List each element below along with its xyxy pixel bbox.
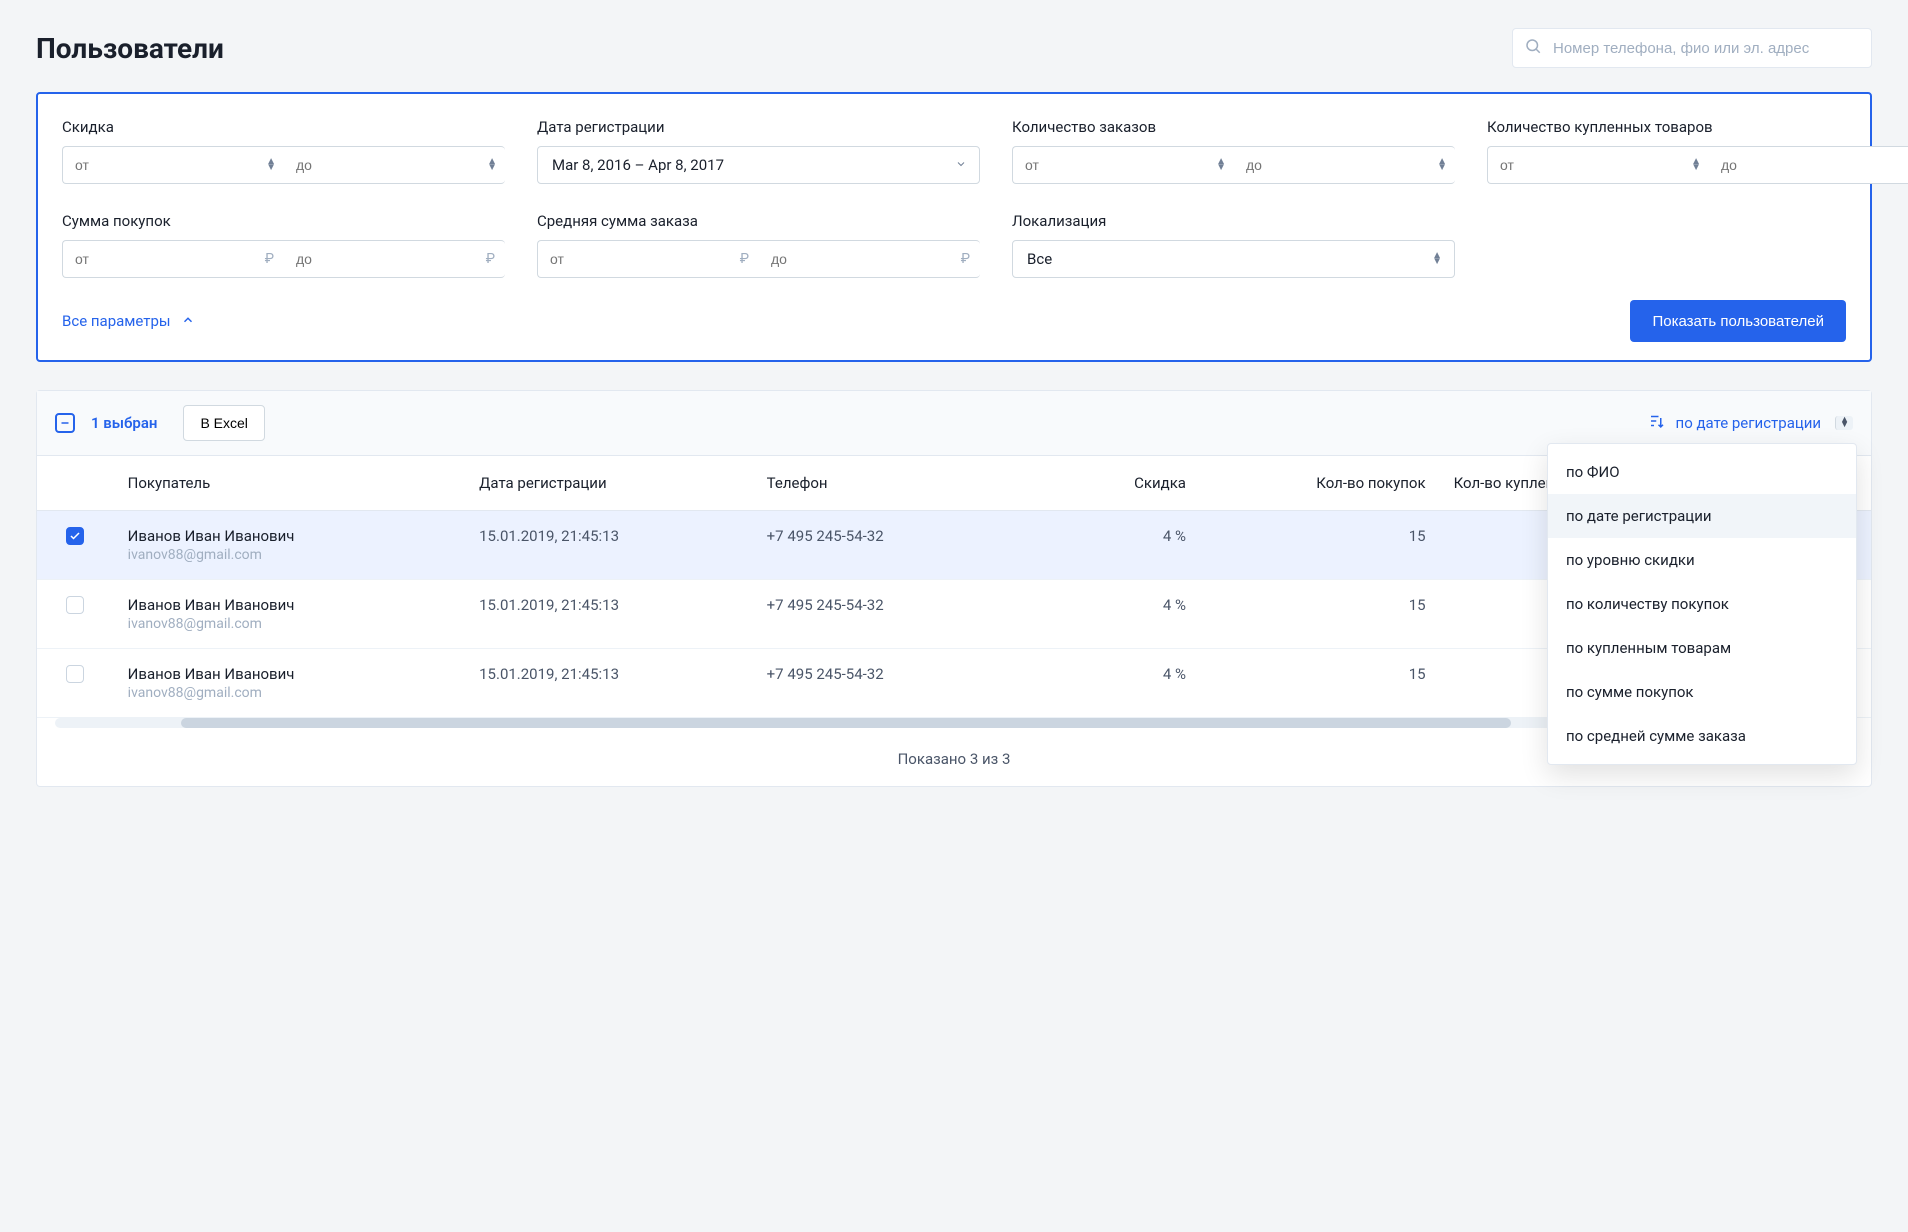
filter-orders: Количество заказов ▲▼ ▲▼ bbox=[1012, 118, 1455, 184]
sort-menu-item[interactable]: по количеству покупок bbox=[1548, 582, 1856, 626]
orders-to-input[interactable] bbox=[1234, 146, 1455, 184]
cell-purchases: 15 bbox=[1200, 649, 1440, 718]
chevron-down-icon bbox=[955, 156, 967, 174]
reg-date-value: Mar 8, 2016 – Apr 8, 2017 bbox=[552, 156, 724, 174]
reg-date-select[interactable]: Mar 8, 2016 – Apr 8, 2017 bbox=[537, 146, 980, 184]
filter-label: Сумма покупок bbox=[62, 212, 505, 230]
ruble-icon: ₽ bbox=[961, 251, 970, 267]
ruble-icon: ₽ bbox=[486, 251, 495, 267]
cell-date: 15.01.2019, 21:45:13 bbox=[465, 511, 753, 580]
col-reg-date: Дата регистрации bbox=[465, 456, 753, 511]
sort-menu-item[interactable]: по уровню скидки bbox=[1548, 538, 1856, 582]
discount-from-input[interactable] bbox=[62, 146, 284, 184]
orders-from-input[interactable] bbox=[1012, 146, 1234, 184]
cell-phone: +7 495 245-54-32 bbox=[753, 649, 1057, 718]
sort-label: по дате регистрации bbox=[1676, 414, 1822, 432]
select-all-checkbox[interactable] bbox=[55, 413, 75, 433]
row-checkbox[interactable] bbox=[66, 527, 84, 545]
sort-menu-item[interactable]: по сумме покупок bbox=[1548, 670, 1856, 714]
col-discount: Скидка bbox=[1056, 456, 1200, 511]
sort-icon bbox=[1648, 412, 1666, 434]
filter-label: Дата регистрации bbox=[537, 118, 980, 136]
col-phone: Телефон bbox=[753, 456, 1057, 511]
ruble-icon: ₽ bbox=[740, 251, 749, 267]
selected-count: 1 выбран bbox=[91, 414, 157, 432]
sort-menu-item[interactable]: по дате регистрации bbox=[1548, 494, 1856, 538]
search-wrap bbox=[1512, 28, 1872, 68]
row-checkbox[interactable] bbox=[66, 665, 84, 683]
sort-menu: по ФИОпо дате регистрациипо уровню скидк… bbox=[1547, 443, 1857, 765]
filter-label: Количество купленных товаров bbox=[1487, 118, 1908, 136]
cell-discount: 4 % bbox=[1056, 649, 1200, 718]
filter-reg-date: Дата регистрации Mar 8, 2016 – Apr 8, 20… bbox=[537, 118, 980, 184]
filter-avg: Средняя сумма заказа ₽ ₽ bbox=[537, 212, 980, 278]
avg-to-input[interactable] bbox=[759, 240, 980, 278]
cell-discount: 4 % bbox=[1056, 511, 1200, 580]
buyer-email: ivanov88@gmail.com bbox=[128, 547, 451, 563]
col-purchases: Кол-во покупок bbox=[1200, 456, 1440, 511]
search-icon bbox=[1524, 37, 1542, 59]
cell-phone: +7 495 245-54-32 bbox=[753, 580, 1057, 649]
sort-menu-item[interactable]: по средней сумме заказа bbox=[1548, 714, 1856, 758]
filter-locale: Локализация Все ▲▼ bbox=[1012, 212, 1455, 278]
locale-select[interactable]: Все ▲▼ bbox=[1012, 240, 1455, 278]
search-input[interactable] bbox=[1512, 28, 1872, 68]
stepper-icon: ▲▼ bbox=[1432, 253, 1442, 265]
all-params-label: Все параметры bbox=[62, 312, 171, 330]
sort-dropdown[interactable]: по дате регистрации ▲▼ bbox=[1648, 412, 1853, 434]
discount-to-input[interactable] bbox=[284, 146, 505, 184]
cell-date: 15.01.2019, 21:45:13 bbox=[465, 649, 753, 718]
cell-purchases: 15 bbox=[1200, 580, 1440, 649]
row-checkbox[interactable] bbox=[66, 596, 84, 614]
show-users-button[interactable]: Показать пользователей bbox=[1630, 300, 1846, 342]
sort-direction-toggle[interactable]: ▲▼ bbox=[1835, 416, 1853, 430]
sum-to-input[interactable] bbox=[284, 240, 505, 278]
filter-label: Локализация bbox=[1012, 212, 1455, 230]
buyer-name: Иванов Иван Иванович bbox=[128, 665, 451, 683]
table-panel: 1 выбран В Excel по дате регистрации ▲▼ … bbox=[36, 390, 1872, 787]
all-params-toggle[interactable]: Все параметры bbox=[62, 312, 195, 330]
cell-date: 15.01.2019, 21:45:13 bbox=[465, 580, 753, 649]
filter-discount: Скидка ▲▼ ▲▼ bbox=[62, 118, 505, 184]
items-to-input[interactable] bbox=[1709, 146, 1908, 184]
filter-label: Количество заказов bbox=[1012, 118, 1455, 136]
cell-phone: +7 495 245-54-32 bbox=[753, 511, 1057, 580]
scrollbar-thumb[interactable] bbox=[181, 718, 1512, 728]
buyer-name: Иванов Иван Иванович bbox=[128, 596, 451, 614]
chevron-up-icon bbox=[181, 313, 195, 330]
cell-discount: 4 % bbox=[1056, 580, 1200, 649]
buyer-email: ivanov88@gmail.com bbox=[128, 616, 451, 632]
filter-items: Количество купленных товаров ▲▼ ▲▼ bbox=[1487, 118, 1908, 184]
sort-menu-item[interactable]: по купленным товарам bbox=[1548, 626, 1856, 670]
ruble-icon: ₽ bbox=[265, 251, 274, 267]
items-from-input[interactable] bbox=[1487, 146, 1709, 184]
filter-label: Средняя сумма заказа bbox=[537, 212, 980, 230]
cell-purchases: 15 bbox=[1200, 511, 1440, 580]
filters-panel: Скидка ▲▼ ▲▼ Дата регистрации Mar 8, 201… bbox=[36, 92, 1872, 362]
sum-from-input[interactable] bbox=[62, 240, 284, 278]
page-title: Пользователи bbox=[36, 32, 224, 65]
filter-label: Скидка bbox=[62, 118, 505, 136]
locale-value: Все bbox=[1027, 250, 1052, 268]
sort-menu-item[interactable]: по ФИО bbox=[1548, 450, 1856, 494]
col-buyer: Покупатель bbox=[114, 456, 465, 511]
export-excel-button[interactable]: В Excel bbox=[183, 405, 264, 441]
buyer-email: ivanov88@gmail.com bbox=[128, 685, 451, 701]
avg-from-input[interactable] bbox=[537, 240, 759, 278]
buyer-name: Иванов Иван Иванович bbox=[128, 527, 451, 545]
filter-sum: Сумма покупок ₽ ₽ bbox=[62, 212, 505, 278]
